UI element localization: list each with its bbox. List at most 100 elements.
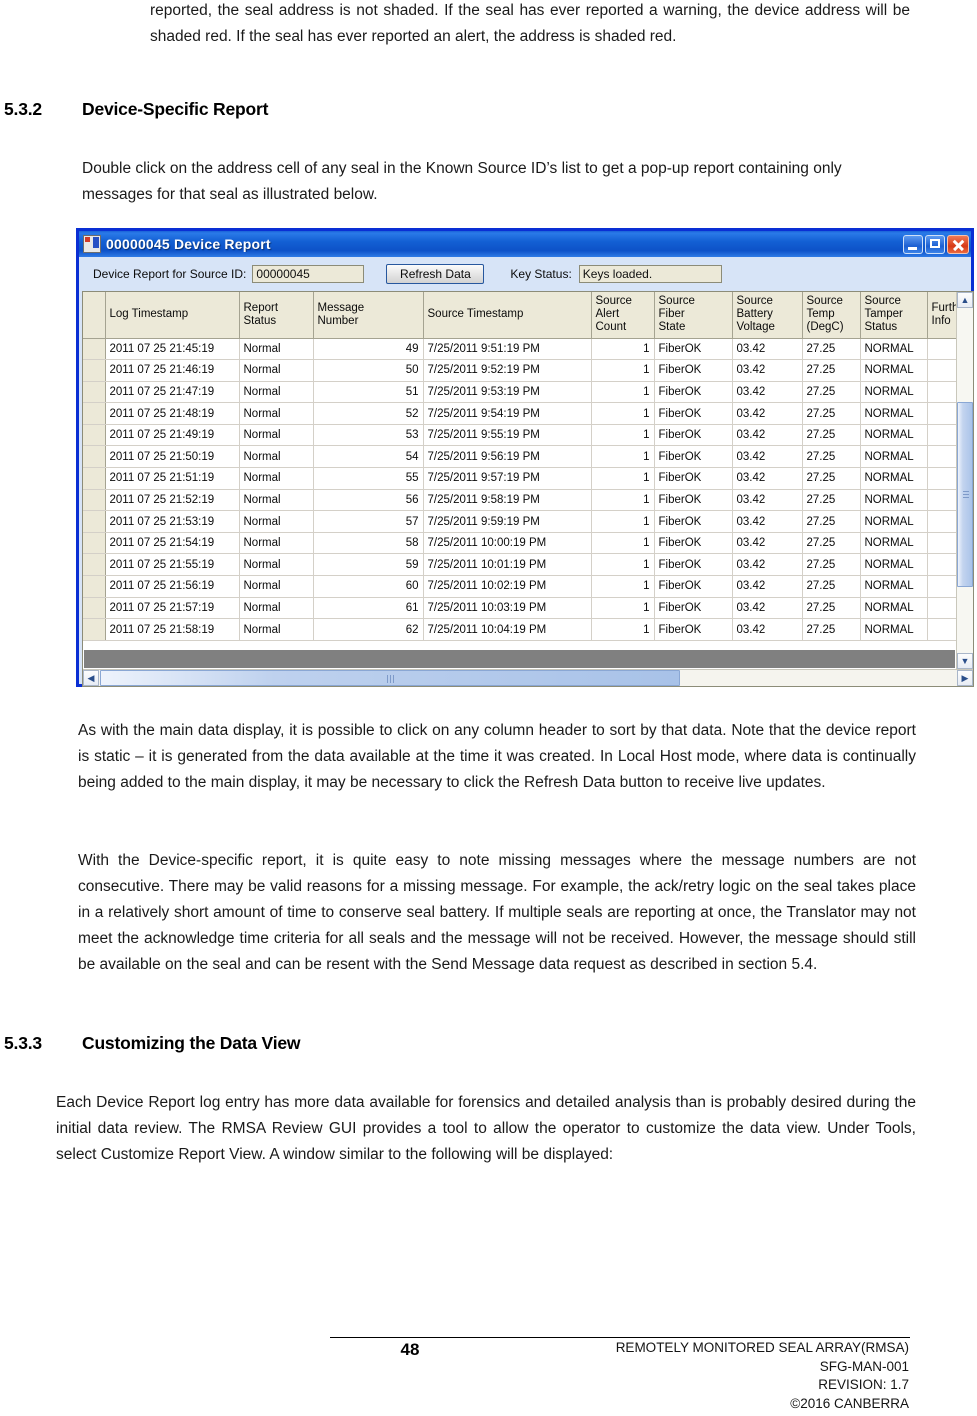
table-cell[interactable]: 03.42: [732, 618, 803, 641]
column-header-5[interactable]: Source Alert Count: [591, 292, 655, 339]
table-cell[interactable]: 57: [313, 510, 424, 533]
table-cell[interactable]: [927, 424, 956, 447]
table-cell[interactable]: 27.25: [802, 532, 861, 555]
table-cell[interactable]: 1: [591, 359, 655, 382]
table-cell[interactable]: 1: [591, 424, 655, 447]
table-cell[interactable]: Normal: [239, 553, 314, 577]
table-cell[interactable]: [927, 402, 956, 425]
table-cell[interactable]: 51: [313, 381, 424, 404]
table-cell[interactable]: 7/25/2011 9:52:19 PM: [423, 359, 592, 382]
table-cell[interactable]: [927, 553, 956, 577]
table-cell[interactable]: NORMAL: [860, 402, 928, 425]
row-selector-cell[interactable]: [83, 575, 106, 598]
table-cell[interactable]: 7/25/2011 10:02:19 PM: [423, 575, 592, 598]
window-titlebar[interactable]: 00000045 Device Report: [79, 231, 971, 257]
table-cell[interactable]: 2011 07 25 21:51:19: [105, 467, 240, 490]
table-cell[interactable]: FiberOK: [654, 381, 733, 404]
table-cell[interactable]: 7/25/2011 9:58:19 PM: [423, 489, 592, 512]
column-header-7[interactable]: Source Battery Voltage: [732, 292, 803, 339]
table-cell[interactable]: 61: [313, 597, 424, 620]
table-cell[interactable]: 27.25: [802, 402, 861, 425]
table-cell[interactable]: 03.42: [732, 510, 803, 533]
table-cell[interactable]: 03.42: [732, 424, 803, 447]
table-cell[interactable]: 27.25: [802, 489, 861, 512]
table-cell[interactable]: [927, 359, 956, 382]
table-cell[interactable]: 1: [591, 553, 655, 577]
table-cell[interactable]: FiberOK: [654, 424, 733, 447]
table-cell[interactable]: 1: [591, 445, 655, 469]
table-cell[interactable]: 1: [591, 618, 655, 641]
table-cell[interactable]: 03.42: [732, 402, 803, 425]
table-cell[interactable]: 53: [313, 424, 424, 447]
table-cell[interactable]: 27.25: [802, 467, 861, 490]
table-cell[interactable]: 27.25: [802, 381, 861, 404]
table-cell[interactable]: [927, 445, 956, 469]
row-selector-cell[interactable]: [83, 402, 106, 425]
table-row[interactable]: 2011 07 25 21:53:19 Normal 57 7/25/2011 9:5…: [83, 510, 956, 533]
table-cell[interactable]: Normal: [239, 402, 314, 425]
table-cell[interactable]: 2011 07 25 21:46:19: [105, 359, 240, 382]
table-cell[interactable]: Normal: [239, 597, 314, 620]
table-cell[interactable]: 7/25/2011 9:57:19 PM: [423, 467, 592, 490]
table-cell[interactable]: Normal: [239, 445, 314, 469]
table-cell[interactable]: 2011 07 25 21:48:19: [105, 402, 240, 425]
table-cell[interactable]: 54: [313, 445, 424, 469]
table-cell[interactable]: 2011 07 25 21:54:19: [105, 532, 240, 555]
table-cell[interactable]: 03.42: [732, 489, 803, 512]
table-cell[interactable]: NORMAL: [860, 381, 928, 404]
horizontal-scrollbar[interactable]: ◀ ▶: [83, 669, 973, 686]
table-cell[interactable]: 7/25/2011 9:54:19 PM: [423, 402, 592, 425]
vertical-scrollbar[interactable]: ▲ ▼: [956, 292, 973, 669]
column-header-8[interactable]: Source Temp (DegC): [802, 292, 861, 339]
table-cell[interactable]: [927, 467, 956, 490]
table-cell[interactable]: FiberOK: [654, 402, 733, 425]
row-selector-cell[interactable]: [83, 510, 106, 533]
table-cell[interactable]: 7/25/2011 9:53:19 PM: [423, 381, 592, 404]
table-row[interactable]: 2011 07 25 21:52:19 Normal 56 7/25/2011 9:5…: [83, 489, 956, 512]
table-cell[interactable]: 7/25/2011 10:00:19 PM: [423, 532, 592, 555]
row-selector-cell[interactable]: [83, 597, 106, 620]
minimize-icon[interactable]: [903, 234, 923, 254]
table-cell[interactable]: 7/25/2011 10:03:19 PM: [423, 597, 592, 620]
table-cell[interactable]: 2011 07 25 21:56:19: [105, 575, 240, 598]
table-cell[interactable]: [927, 532, 956, 555]
table-cell[interactable]: 49: [313, 338, 424, 361]
table-cell[interactable]: 03.42: [732, 597, 803, 620]
table-cell[interactable]: 2011 07 25 21:58:19: [105, 618, 240, 641]
table-cell[interactable]: NORMAL: [860, 532, 928, 555]
table-cell[interactable]: [927, 618, 956, 641]
table-cell[interactable]: 27.25: [802, 510, 861, 533]
table-cell[interactable]: 1: [591, 575, 655, 598]
table-cell[interactable]: FiberOK: [654, 510, 733, 533]
table-cell[interactable]: NORMAL: [860, 489, 928, 512]
table-cell[interactable]: 2011 07 25 21:45:19: [105, 338, 240, 361]
table-cell[interactable]: 2011 07 25 21:52:19: [105, 489, 240, 512]
table-cell[interactable]: NORMAL: [860, 338, 928, 361]
table-cell[interactable]: FiberOK: [654, 575, 733, 598]
table-cell[interactable]: 2011 07 25 21:53:19: [105, 510, 240, 533]
table-cell[interactable]: Normal: [239, 467, 314, 490]
table-cell[interactable]: NORMAL: [860, 359, 928, 382]
table-row[interactable]: 2011 07 25 21:58:19 Normal 62 7/25/2011 10:…: [83, 618, 956, 641]
table-cell[interactable]: FiberOK: [654, 553, 733, 577]
table-row[interactable]: 2011 07 25 21:56:19 Normal 60 7/25/2011 10:…: [83, 575, 956, 598]
table-cell[interactable]: 52: [313, 402, 424, 425]
column-header-6[interactable]: Source Fiber State: [654, 292, 733, 339]
table-row[interactable]: 2011 07 25 21:51:19 Normal 55 7/25/2011 9:5…: [83, 467, 956, 490]
table-cell[interactable]: [927, 597, 956, 620]
table-cell[interactable]: FiberOK: [654, 338, 733, 361]
table-cell[interactable]: 2011 07 25 21:57:19: [105, 597, 240, 620]
table-cell[interactable]: Normal: [239, 532, 314, 555]
table-cell[interactable]: Normal: [239, 338, 314, 361]
table-cell[interactable]: 27.25: [802, 618, 861, 641]
table-cell[interactable]: FiberOK: [654, 618, 733, 641]
table-cell[interactable]: 2011 07 25 21:49:19: [105, 424, 240, 447]
table-row[interactable]: 2011 07 25 21:50:19 Normal 54 7/25/2011 9:5…: [83, 445, 956, 469]
table-row[interactable]: 2011 07 25 21:57:19 Normal 61 7/25/2011 10:…: [83, 597, 956, 620]
table-cell[interactable]: FiberOK: [654, 597, 733, 620]
table-cell[interactable]: 03.42: [732, 359, 803, 382]
column-header-10[interactable]: Further ReportInfo: [927, 292, 956, 339]
table-cell[interactable]: NORMAL: [860, 424, 928, 447]
table-cell[interactable]: Normal: [239, 575, 314, 598]
table-cell[interactable]: 1: [591, 532, 655, 555]
